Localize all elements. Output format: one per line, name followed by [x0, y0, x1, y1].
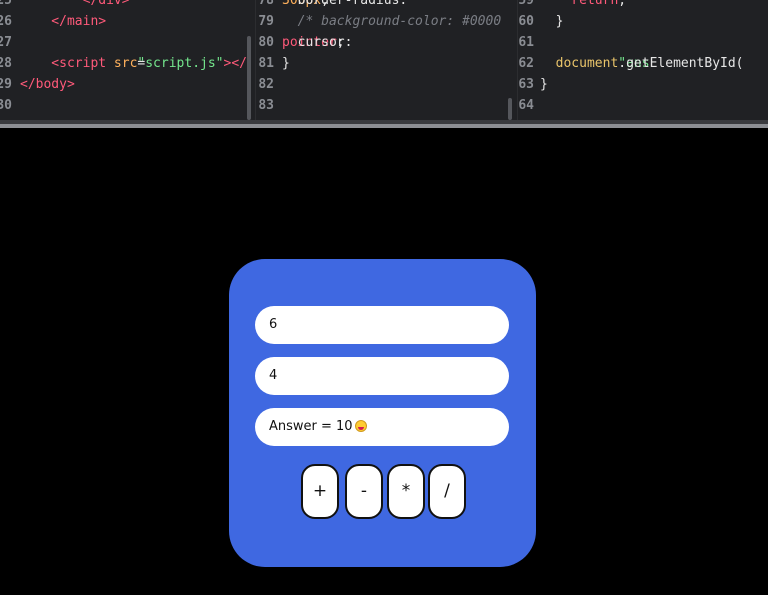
- answer-display: Answer = 10: [255, 408, 509, 446]
- code-token: /* background-color: #0000: [282, 14, 502, 29]
- line-number: 79: [258, 14, 274, 29]
- line-number: 61: [518, 35, 534, 50]
- code-token: }: [540, 14, 564, 29]
- code-token: <script: [20, 56, 114, 71]
- editor-pane-css[interactable]: 78 border-radius: 300px; 79 /* background…: [255, 0, 518, 120]
- code-token: document: [540, 56, 619, 71]
- code-line: return;: [540, 0, 626, 11]
- line-number: 30: [0, 98, 12, 113]
- multiply-button[interactable]: *: [387, 464, 425, 519]
- code-token: ;: [618, 0, 627, 8]
- line-number: 78: [258, 0, 274, 8]
- calculator-card: 6 4 Answer = 10 + - * /: [229, 259, 536, 567]
- line-number: 63: [518, 77, 534, 92]
- code-token: >: [121, 0, 130, 8]
- code-token: border-radius:: [282, 0, 416, 8]
- pane3-scrollbar[interactable]: [508, 98, 512, 120]
- line-number: 25: [0, 0, 12, 8]
- line-number: 27: [0, 35, 12, 50]
- code-token: }: [540, 77, 548, 92]
- first-number-value: 6: [269, 317, 278, 332]
- line-number: 62: [518, 56, 534, 71]
- code-line: </main>: [20, 11, 106, 32]
- code-token: ></: [223, 56, 247, 71]
- code-line: border-radius: 300px;: [282, 0, 407, 11]
- code-token: return: [540, 0, 619, 8]
- code-token: }: [282, 56, 290, 71]
- editor-pane-js[interactable]: 59 return; 60 } 61 62 document .getElementBy…: [517, 0, 768, 120]
- code-token: </: [20, 0, 99, 8]
- code-token: </main>: [20, 14, 107, 29]
- line-number: 80: [258, 35, 274, 50]
- divide-button[interactable]: /: [428, 464, 466, 519]
- code-line: cursor: pointer;: [282, 32, 352, 53]
- code-token: cursor:: [282, 35, 361, 50]
- editor-pane-html[interactable]: 25 </div> 26 </main> 27 28 <script src = "scr…: [0, 0, 255, 120]
- code-token: =: [137, 56, 146, 71]
- code-token: ;: [321, 0, 329, 8]
- code-editor: 25 </div> 26 </main> 27 28 <script src = "scr…: [0, 0, 768, 128]
- line-number: 28: [0, 56, 12, 71]
- code-line: /* background-color: #0000: [282, 11, 502, 32]
- code-line: document .getElementById("ans: [540, 53, 744, 74]
- code-token: src: [113, 56, 138, 71]
- code-token: .getElementById(: [618, 56, 744, 71]
- grinning-emoji-icon: [354, 419, 367, 432]
- line-number: 26: [0, 14, 12, 29]
- code-line: <script src = "script.js"></: [20, 53, 247, 74]
- add-button[interactable]: +: [301, 464, 339, 519]
- code-line: </body>: [20, 74, 75, 95]
- line-number: 64: [518, 98, 534, 113]
- second-number-value: 4: [269, 368, 278, 383]
- line-number: 82: [258, 77, 274, 92]
- line-number: 29: [0, 77, 12, 92]
- second-number-input[interactable]: 4: [255, 357, 509, 395]
- line-number: 81: [258, 56, 274, 71]
- line-number: 83: [258, 98, 274, 113]
- line-number: 59: [518, 0, 534, 8]
- code-token: div: [98, 0, 122, 8]
- subtract-button[interactable]: -: [345, 464, 383, 519]
- code-token: "script.js": [137, 56, 224, 71]
- first-number-input[interactable]: 6: [255, 306, 509, 344]
- line-number: 60: [518, 14, 534, 29]
- code-token: ;: [336, 35, 345, 50]
- code-token: </body>: [20, 77, 75, 92]
- editor-divider-handle[interactable]: [0, 124, 768, 128]
- pane1-scrollbar[interactable]: [247, 36, 251, 120]
- code-line: </div>: [20, 0, 130, 11]
- answer-text: Answer = 10: [269, 419, 353, 434]
